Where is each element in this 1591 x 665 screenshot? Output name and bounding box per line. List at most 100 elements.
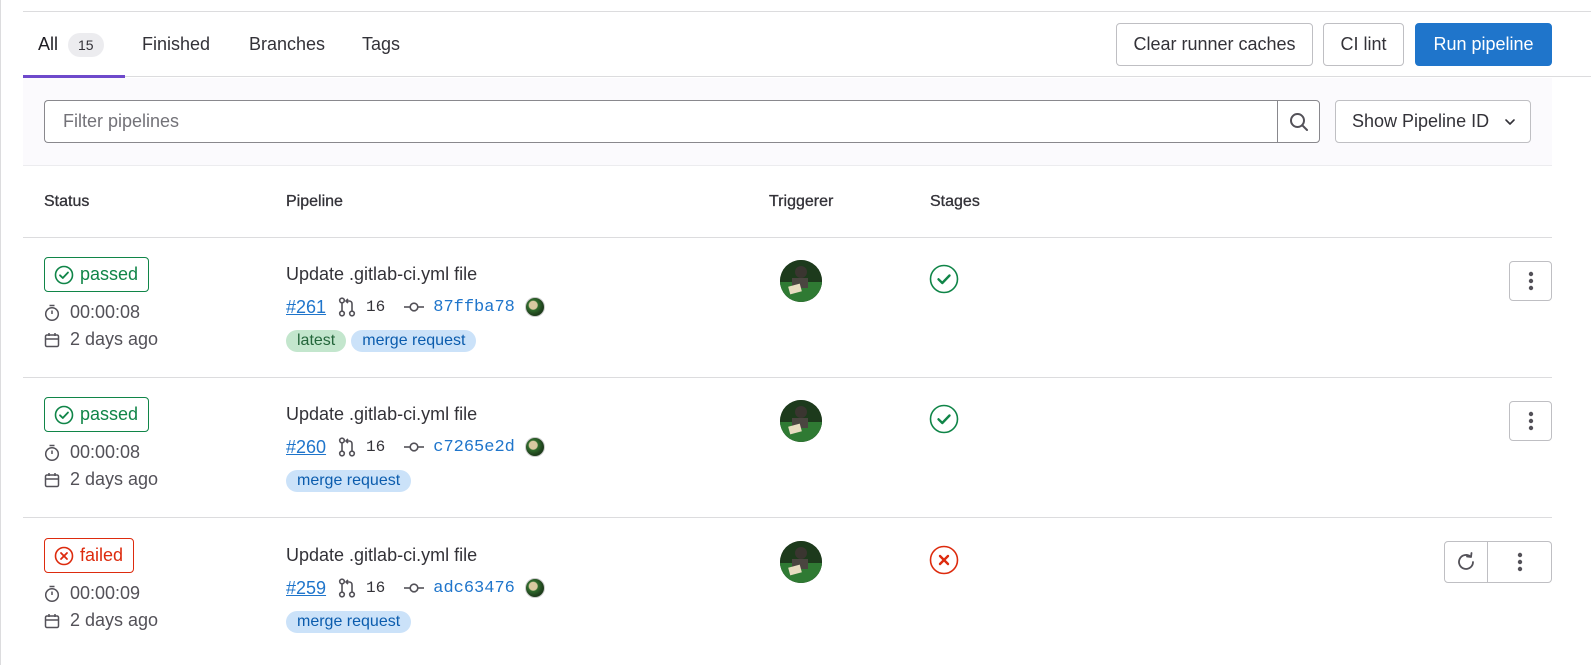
finished-text: 2 days ago (70, 610, 159, 630)
calendar-icon (44, 472, 60, 487)
pipeline-duration: 00:00:08 (44, 302, 140, 323)
status-failed-icon (54, 546, 74, 565)
stage-failed-icon[interactable] (929, 545, 959, 575)
pipeline-duration: 00:00:09 (44, 583, 140, 604)
kebab-menu-icon (1528, 271, 1533, 291)
stage-success-icon[interactable] (929, 404, 959, 434)
ci-lint-button[interactable]: CI lint (1323, 23, 1404, 66)
badge-merge-request: merge request (351, 330, 477, 352)
pipeline-info: #260 16 c7265e2d (286, 435, 545, 459)
more-actions-button[interactable] (1509, 401, 1552, 441)
pipeline-id-link[interactable]: #261 (286, 297, 326, 318)
table-row: passed 00:00:08 2 days ago Update .gitla… (23, 238, 1552, 378)
column-header-pipeline: Pipeline (286, 193, 343, 210)
tab-all[interactable]: All 15 (23, 12, 125, 78)
user-avatar-image (780, 260, 822, 302)
commit-author-avatar[interactable] (524, 578, 545, 598)
retry-icon (1458, 552, 1474, 570)
merge-request-count: 16 (366, 438, 386, 456)
kebab-menu-icon (1517, 552, 1522, 572)
pipeline-info: #259 16 adc63476 (286, 576, 545, 600)
timer-icon (44, 444, 60, 461)
tab-finished[interactable]: Finished (142, 12, 210, 77)
filter-pipelines-input[interactable] (44, 100, 1277, 143)
calendar-icon (44, 613, 60, 628)
triggerer-avatar[interactable] (780, 400, 822, 442)
commit-title[interactable]: Update .gitlab-ci.yml file (286, 264, 477, 285)
status-badge[interactable]: passed (44, 397, 150, 432)
timer-icon (44, 585, 60, 602)
merge-request-count: 16 (366, 298, 386, 316)
finished-text: 2 days ago (70, 469, 159, 489)
commit-icon (404, 302, 425, 312)
more-actions-button[interactable] (1488, 541, 1552, 583)
table-header: Status Pipeline Triggerer Stages (23, 166, 1552, 238)
pipeline-finished-time: 2 days ago (44, 469, 158, 490)
badge-merge-request: merge request (286, 470, 412, 492)
show-pipeline-id-dropdown[interactable]: Show Pipeline ID (1335, 100, 1531, 143)
search-button[interactable] (1277, 100, 1320, 143)
more-actions-button[interactable] (1509, 261, 1552, 301)
table-row: passed 00:00:08 2 days ago Update .gitla… (23, 378, 1552, 518)
calendar-icon (44, 332, 60, 347)
commit-author-avatar[interactable] (524, 297, 545, 317)
commit-sha-link[interactable]: c7265e2d (433, 438, 515, 457)
stage-success-icon[interactable] (929, 264, 959, 294)
user-avatar-image (780, 541, 822, 583)
status-label: passed (80, 264, 139, 284)
kebab-menu-icon (1528, 411, 1533, 431)
commit-sha-link[interactable]: adc63476 (433, 579, 515, 598)
tab-branches[interactable]: Branches (249, 12, 325, 77)
status-success-icon (54, 405, 74, 424)
duration-text: 00:00:09 (70, 583, 141, 603)
pipeline-badges: merge request (286, 470, 412, 492)
status-badge[interactable]: failed (44, 538, 135, 573)
merge-request-icon (338, 578, 356, 598)
filter-bar: Show Pipeline ID (23, 78, 1552, 166)
run-pipeline-button[interactable]: Run pipeline (1415, 23, 1552, 66)
pipeline-duration: 00:00:08 (44, 442, 140, 463)
column-header-stages: Stages (930, 193, 980, 210)
tab-all-count-badge: 15 (68, 32, 104, 57)
triggerer-avatar[interactable] (780, 541, 822, 583)
commit-title[interactable]: Update .gitlab-ci.yml file (286, 404, 477, 425)
badge-merge-request: merge request (286, 611, 412, 633)
retry-button[interactable] (1444, 541, 1488, 583)
status-label: passed (80, 404, 139, 424)
merge-request-icon (338, 437, 356, 457)
commit-sha-link[interactable]: 87ffba78 (433, 298, 515, 317)
pipeline-badges: latest merge request (286, 330, 477, 352)
triggerer-avatar[interactable] (780, 260, 822, 302)
chevron-down-icon (1505, 119, 1515, 125)
merge-request-icon (338, 297, 356, 317)
status-label: failed (80, 545, 124, 565)
pipeline-badges: merge request (286, 611, 412, 633)
pipeline-id-link[interactable]: #260 (286, 437, 326, 458)
finished-text: 2 days ago (70, 329, 159, 349)
duration-text: 00:00:08 (70, 302, 141, 322)
duration-text: 00:00:08 (70, 442, 141, 462)
column-header-triggerer: Triggerer (769, 193, 834, 210)
pipeline-finished-time: 2 days ago (44, 610, 158, 631)
commit-author-avatar[interactable] (524, 437, 545, 457)
pipeline-id-link[interactable]: #259 (286, 578, 326, 599)
column-header-status: Status (44, 193, 90, 210)
status-badge[interactable]: passed (44, 257, 150, 292)
show-pipeline-id-label: Show Pipeline ID (1352, 111, 1490, 131)
table-row: failed 00:00:09 2 days ago Update .gitla… (23, 519, 1552, 659)
pipeline-actions-group (1444, 541, 1552, 583)
commit-icon (404, 583, 425, 593)
tab-tags[interactable]: Tags (362, 12, 400, 77)
left-border (0, 0, 1, 665)
commit-icon (404, 442, 425, 452)
search-icon (1289, 112, 1308, 131)
status-success-icon (54, 265, 74, 284)
pipeline-info: #261 16 87ffba78 (286, 295, 545, 319)
clear-runner-caches-button[interactable]: Clear runner caches (1116, 23, 1313, 66)
tab-all-label: All (38, 34, 59, 54)
user-avatar-image (780, 400, 822, 442)
timer-icon (44, 304, 60, 321)
merge-request-count: 16 (366, 579, 386, 597)
commit-title[interactable]: Update .gitlab-ci.yml file (286, 545, 477, 566)
badge-latest: latest (286, 330, 347, 352)
